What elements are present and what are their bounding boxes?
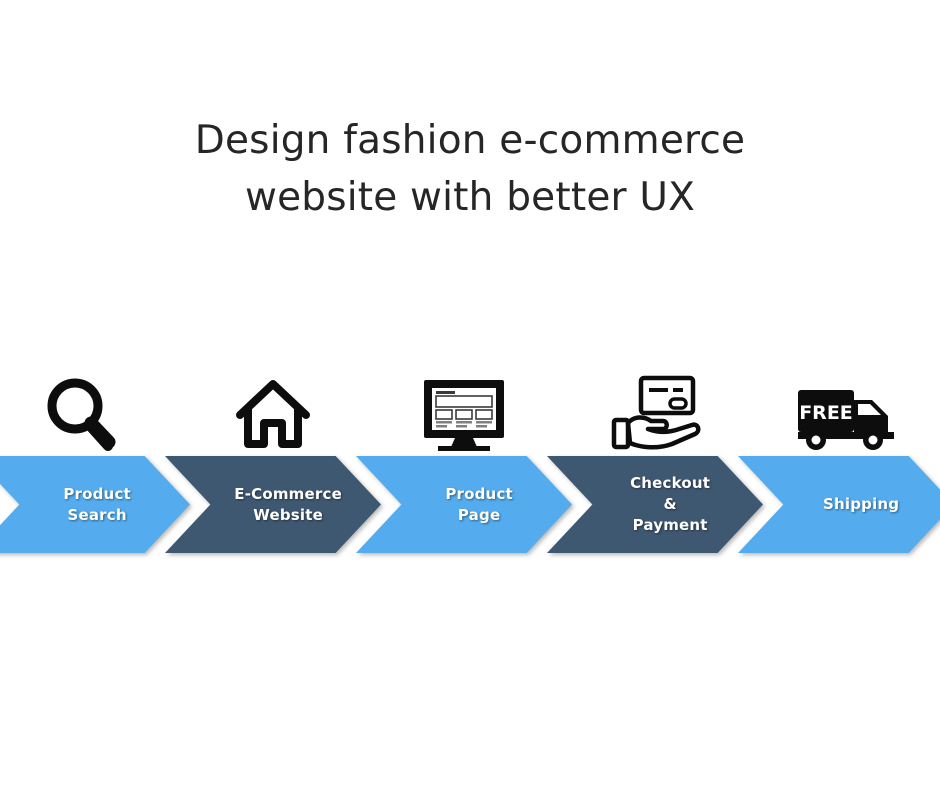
- flow-step-label: Product Page: [445, 484, 513, 524]
- chevron-product-search: Product Search: [0, 456, 190, 553]
- flow-step-ecommerce-website[interactable]: E-Commerce Website: [165, 360, 381, 560]
- truck-free-text: FREE: [799, 402, 853, 424]
- flow-step-label: E-Commerce Website: [234, 484, 342, 524]
- house-icon: [165, 360, 381, 452]
- flow-step-product-page[interactable]: Product Page: [356, 360, 572, 560]
- chevron-shipping: Shipping: [738, 456, 940, 553]
- page-title-line-2: website with better UX: [244, 175, 696, 220]
- page-title-line-1: Design fashion e-commerce: [194, 118, 746, 163]
- flow-step-product-search[interactable]: Product Search: [0, 360, 190, 560]
- flow-step-shipping[interactable]: FREE Shipping: [738, 360, 940, 560]
- desktop-monitor-icon: [356, 360, 572, 452]
- magnifying-glass-icon: [0, 360, 190, 452]
- page-title: Design fashion e-commerce website with b…: [0, 112, 940, 226]
- flow-step-label: Checkout & Payment: [630, 474, 711, 534]
- flow-step-label: Shipping: [822, 495, 900, 513]
- chevron-checkout-payment: Checkout & Payment: [547, 456, 763, 553]
- chevron-ecommerce-website: E-Commerce Website: [165, 456, 381, 553]
- flow-step-checkout-payment[interactable]: Checkout & Payment: [547, 360, 763, 560]
- hand-holding-credit-card-icon: [547, 360, 763, 452]
- delivery-truck-icon: FREE: [738, 360, 940, 452]
- flow-step-label: Product Search: [63, 484, 131, 524]
- process-flow-diagram: Product Search E-Commerce Website Produc…: [0, 360, 940, 560]
- chevron-product-page: Product Page: [356, 456, 572, 553]
